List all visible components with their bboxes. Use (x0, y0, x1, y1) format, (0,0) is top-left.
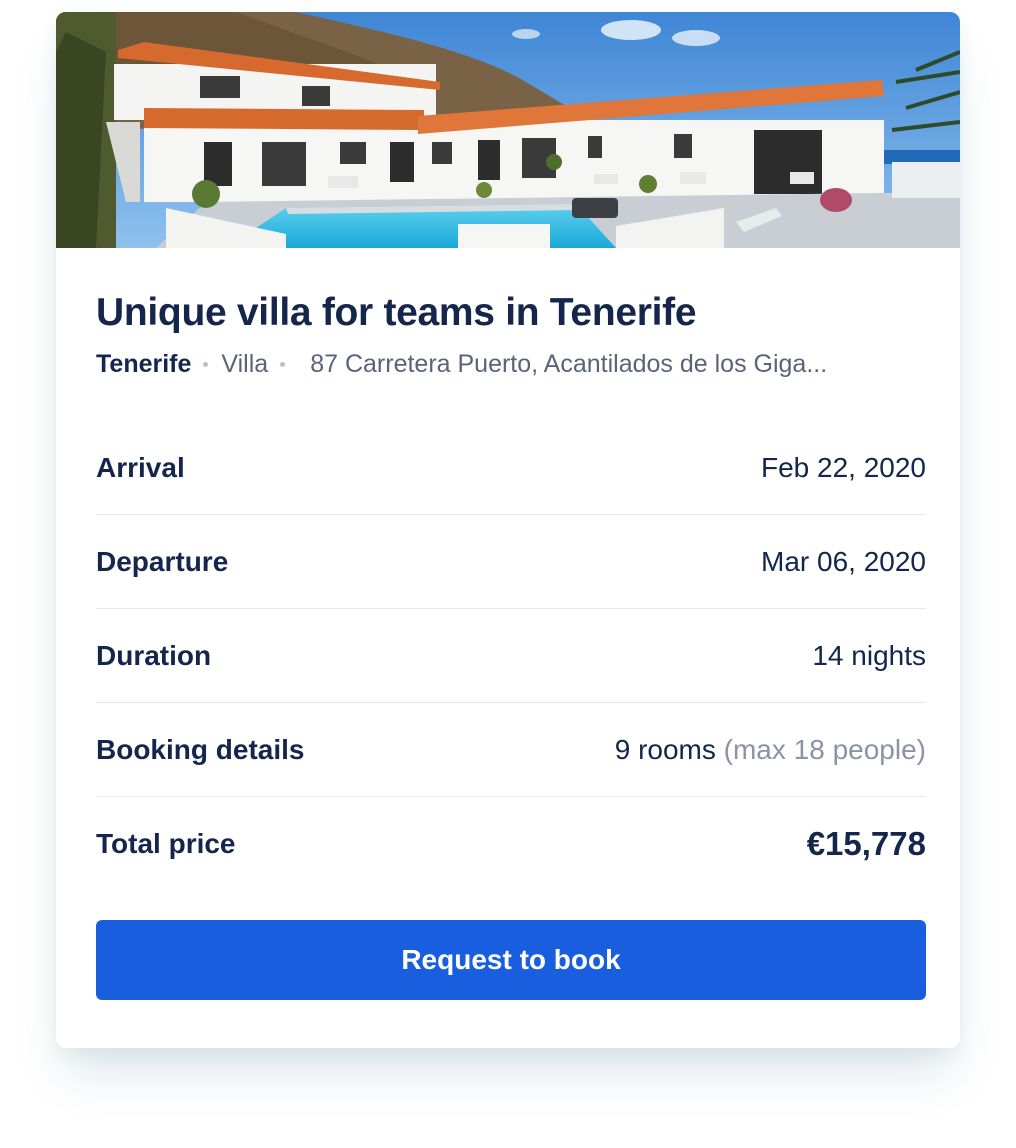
detail-row-total: Total price €15,778 (96, 797, 926, 890)
duration-label: Duration (96, 639, 212, 671)
listing-meta: Tenerife Villa 87 Carretera Puerto, Acan… (96, 349, 926, 379)
page: Unique villa for teams in Tenerife Tener… (0, 0, 1016, 1148)
rooms-count: 9 rooms (614, 733, 716, 765)
departure-value: Mar 06, 2020 (761, 545, 926, 577)
arrival-label: Arrival (96, 451, 185, 483)
booking-details-list: Arrival Feb 22, 2020 Departure Mar 06, 2… (96, 421, 926, 890)
request-to-book-button[interactable]: Request to book (96, 920, 926, 1000)
card-body: Unique villa for teams in Tenerife Tener… (56, 248, 960, 1000)
detail-row-arrival: Arrival Feb 22, 2020 (96, 421, 926, 515)
total-price-label: Total price (96, 827, 236, 859)
villa-photo (56, 12, 960, 248)
detail-row-departure: Departure Mar 06, 2020 (96, 515, 926, 609)
listing-city: Tenerife (96, 350, 192, 378)
room-capacity: (max 18 people) (723, 733, 926, 765)
departure-label: Departure (96, 545, 229, 577)
duration-value: 14 nights (812, 639, 926, 671)
detail-row-booking: Booking details 9 rooms (max 18 people) (96, 703, 926, 797)
separator-dot (203, 361, 209, 367)
listing-type: Villa (221, 350, 269, 378)
listing-title: Unique villa for teams in Tenerife (96, 291, 697, 334)
separator-dot (280, 361, 286, 367)
booking-details-value: 9 rooms (max 18 people) (615, 734, 926, 766)
total-price-value: €15,778 (806, 824, 926, 862)
listing-address: 87 Carretera Puerto, Acantilados de los … (310, 350, 828, 378)
detail-row-duration: Duration 14 nights (96, 609, 926, 703)
booking-card: Unique villa for teams in Tenerife Tener… (56, 12, 960, 1048)
arrival-value: Feb 22, 2020 (760, 451, 926, 483)
booking-details-label: Booking details (96, 733, 305, 765)
